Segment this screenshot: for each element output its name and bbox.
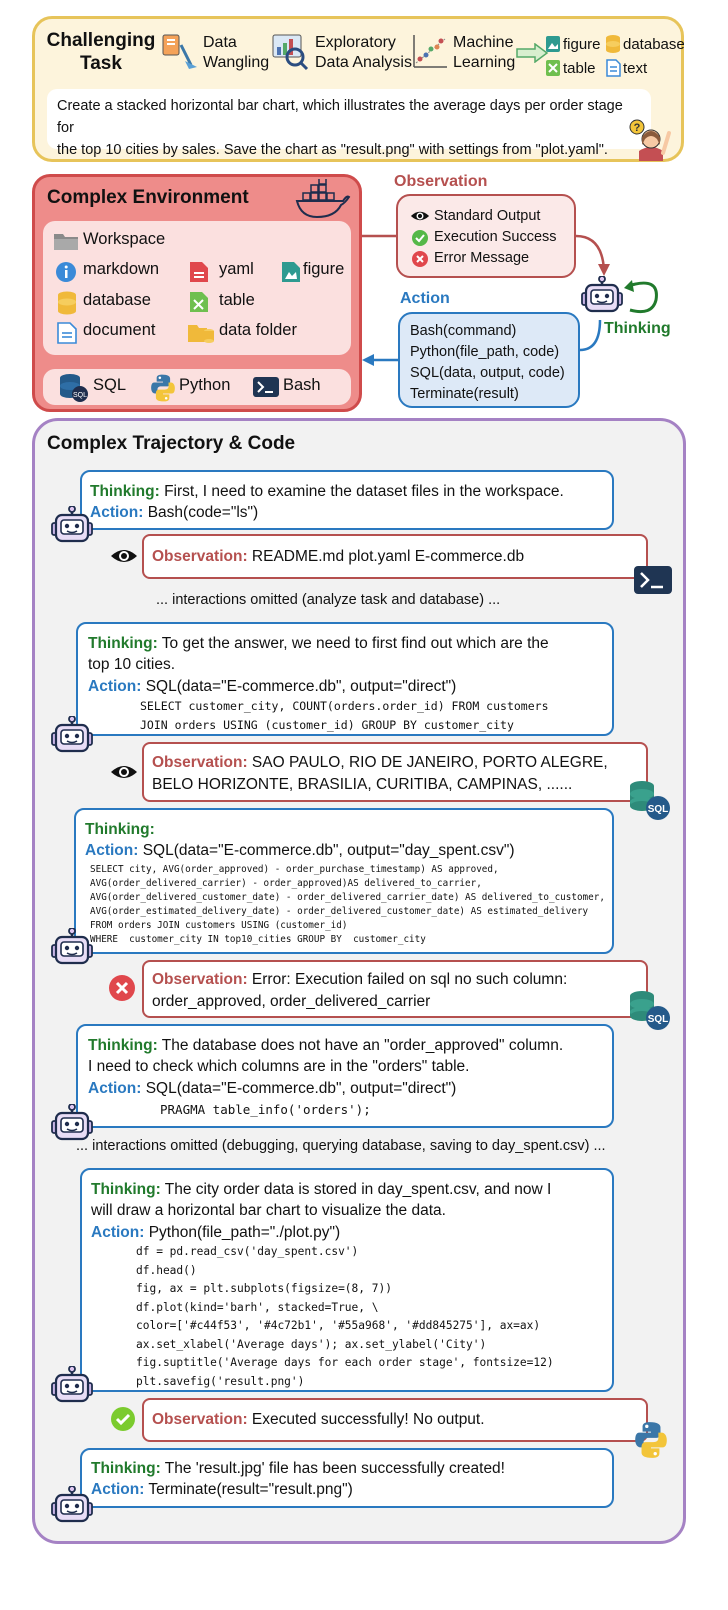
- step3-observation-line2: order_approved, order_delivered_carrier: [152, 993, 431, 1010]
- step1-observation-box: Observation: README.md plot.yaml E-comme…: [142, 534, 648, 579]
- step2-thinking-line2: top 10 cities.: [88, 656, 176, 673]
- check-icon: [412, 230, 428, 246]
- step5-code-line3: fig, ax = plt.subplots(figsize=(8, 7)): [136, 1282, 392, 1295]
- action-sql: SQL(data, output, code): [410, 365, 565, 381]
- step2-observation-line2: BELO HORIZONTE, BRASILIA, CURITIBA, CAMP…: [152, 776, 573, 793]
- trajectory-title: Complex Trajectory & Code: [47, 433, 296, 454]
- eye-icon: [410, 211, 430, 221]
- step1-observation-line: Observation: README.md plot.yaml E-comme…: [152, 548, 525, 565]
- python-icon: [635, 1422, 667, 1458]
- step5-thinking-box: Thinking: The city order data is stored …: [80, 1168, 614, 1392]
- observation-execution-success: Execution Success: [434, 229, 557, 245]
- step3-thinking-line: Thinking:: [85, 821, 155, 838]
- step3-code-line3: AVG(order_delivered_customer_date) - ord…: [90, 892, 605, 903]
- step3-action-line: Action: SQL(data="E-commerce.db", output…: [85, 842, 515, 859]
- step5-code-line7: fig.suptitle('Average days for each orde…: [136, 1356, 554, 1369]
- omitted-interactions-1: ... interactions omitted (analyze task a…: [156, 592, 501, 608]
- eye-icon: [111, 550, 137, 562]
- step1-action-line: Action: Bash(code="ls"): [90, 504, 259, 521]
- step5-code-line8: plt.savefig('result.png'): [136, 1374, 305, 1388]
- thinking-label: Thinking: [604, 320, 671, 337]
- bash-terminal-icon: [634, 566, 672, 594]
- step2-observation-box: Observation: SAO PAULO, RIO DE JANEIRO, …: [142, 742, 648, 802]
- robot-icon: [50, 928, 94, 965]
- step5-code-line2: df.head(): [136, 1263, 197, 1277]
- step5-code-line5: color=['#c44f53', '#4c72b1', '#55a968', …: [136, 1319, 541, 1332]
- check-icon: [111, 1407, 135, 1431]
- action-types-box: Bash(command) Python(file_path, code) SQ…: [398, 312, 580, 408]
- step4-thinking-line2: I need to check which columns are in the…: [88, 1058, 470, 1075]
- action-terminate: Terminate(result): [410, 386, 519, 402]
- step1-thinking-line: Thinking: First, I need to examine the d…: [90, 483, 564, 500]
- omitted-interactions-2: ... interactions omitted (debugging, que…: [76, 1138, 606, 1154]
- step2-code-line1: SELECT customer_city, COUNT(orders.order…: [140, 699, 549, 713]
- action-label: Action: [400, 290, 450, 307]
- step4-thinking-box: Thinking: The database does not have an …: [76, 1024, 614, 1128]
- step2-code-line2: JOIN orders USING (customer_id) GROUP BY…: [140, 718, 514, 732]
- step4-action-line: Action: SQL(data="E-commerce.db", output…: [88, 1080, 457, 1097]
- step2-action-line: Action: SQL(data="E-commerce.db", output…: [88, 678, 457, 695]
- step3-observation-box: Observation: Error: Execution failed on …: [142, 960, 648, 1018]
- step1-thinking-box: Thinking: First, I need to examine the d…: [80, 470, 614, 530]
- step2-observation-line1: Observation: SAO PAULO, RIO DE JANEIRO, …: [152, 754, 608, 771]
- flow-connectors: [362, 234, 658, 366]
- agent-robot-icon: [580, 276, 624, 313]
- observation-standard-output: Standard Output: [434, 208, 541, 224]
- step4-thinking-line1: Thinking: The database does not have an …: [88, 1037, 564, 1054]
- step3-code-line1: SELECT city, AVG(order_approved) - order…: [90, 864, 499, 875]
- error-icon: [412, 251, 428, 267]
- eye-icon: [111, 766, 137, 778]
- robot-icon: [50, 1486, 94, 1523]
- observation-label: Observation: [394, 173, 488, 190]
- step5-code-line6: ax.set_xlabel('Average days'); ax.set_yl…: [136, 1337, 487, 1351]
- observation-error-message: Error Message: [434, 250, 530, 266]
- step2-thinking-box: Thinking: To get the answer, we need to …: [76, 622, 614, 736]
- step6-thinking-box: Thinking: The 'result.jpg' file has been…: [80, 1448, 614, 1508]
- error-icon: [109, 975, 135, 1001]
- step5-action-line: Action: Python(file_path="./plot.py"): [91, 1224, 341, 1241]
- step4-code-line: PRAGMA table_info('orders');: [160, 1102, 371, 1117]
- step5-observation-box: Observation: Executed successfully! No o…: [142, 1398, 648, 1442]
- step5-observation-line: Observation: Executed successfully! No o…: [152, 1411, 485, 1428]
- step3-code-line5: FROM orders JOIN customers USING (custom…: [90, 920, 348, 931]
- step6-thinking-line: Thinking: The 'result.jpg' file has been…: [91, 1460, 505, 1477]
- step5-thinking-line1: Thinking: The city order data is stored …: [91, 1181, 552, 1198]
- robot-icon: [50, 506, 94, 543]
- step5-thinking-line2: will draw a horizontal bar chart to visu…: [91, 1202, 446, 1219]
- step3-observation-line1: Observation: Error: Execution failed on …: [152, 971, 568, 988]
- step3-code-line6: WHERE customer_city IN top10_cities GROU…: [90, 934, 426, 945]
- step5-code-line4: df.plot(kind='barh', stacked=True, \: [136, 1300, 379, 1314]
- step2-thinking-line1: Thinking: To get the answer, we need to …: [88, 635, 549, 652]
- action-bash: Bash(command): [410, 323, 517, 339]
- robot-icon: [50, 1366, 94, 1403]
- step6-action-line: Action: Terminate(result="result.png"): [91, 1481, 353, 1498]
- observation-types-box: Standard Output Execution Success Error …: [396, 194, 576, 278]
- robot-icon: [50, 716, 94, 753]
- action-python: Python(file_path, code): [410, 344, 560, 360]
- step3-thinking-box: Thinking: Action: SQL(data="E-commerce.d…: [74, 808, 614, 954]
- step3-code-line2: AVG(order_delivered_carrier) - order_app…: [90, 878, 482, 889]
- step5-code-line1: df = pd.read_csv('day_spent.csv'): [136, 1245, 359, 1258]
- sql-database-icon: [630, 781, 670, 820]
- step3-code-line4: AVG(order_estimated_delivery_date) - ord…: [90, 906, 589, 917]
- sql-database-icon: [630, 991, 670, 1030]
